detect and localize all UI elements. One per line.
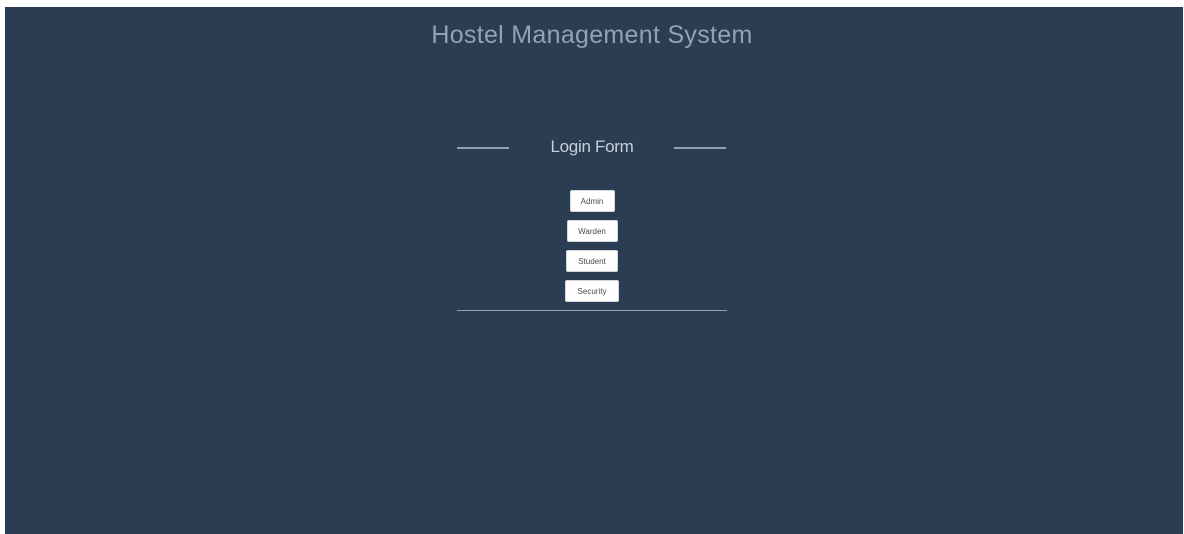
- security-button[interactable]: Security: [565, 280, 619, 302]
- student-button[interactable]: Student: [566, 250, 618, 272]
- warden-button[interactable]: Warden: [566, 220, 618, 242]
- login-form-title: Login Form: [550, 137, 634, 156]
- login-form-header: Login Form: [457, 132, 727, 164]
- header-divider-right: [674, 147, 726, 149]
- role-button-group: Admin Warden Student Security: [457, 190, 727, 310]
- form-bottom-divider: [457, 310, 727, 311]
- page-title: Hostel Management System: [431, 21, 753, 49]
- header-divider-left: [457, 147, 509, 149]
- login-form: Login Form Admin Warden Student Security: [457, 132, 727, 312]
- admin-button[interactable]: Admin: [569, 190, 615, 212]
